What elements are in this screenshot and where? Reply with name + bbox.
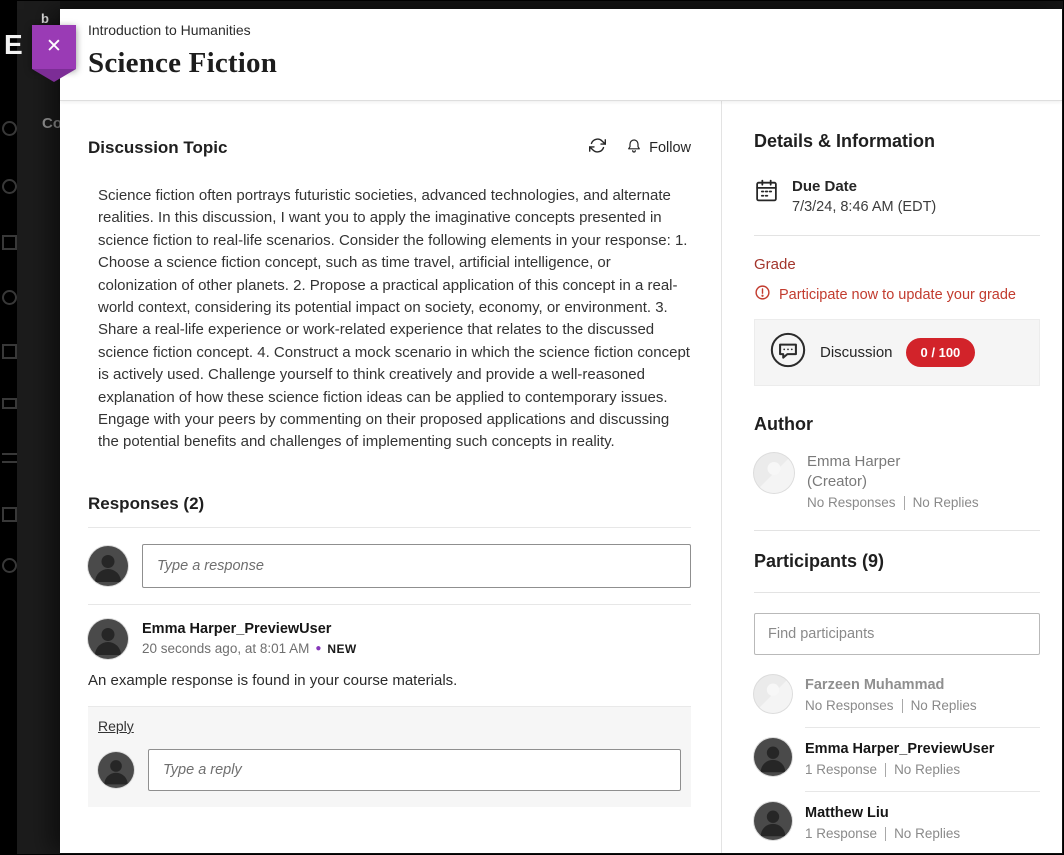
new-indicator-dot: ● bbox=[315, 644, 321, 654]
history-icon bbox=[2, 558, 17, 573]
find-participants-input[interactable] bbox=[754, 613, 1040, 655]
discussion-peek-panel: Introduction to Humanities Science Ficti… bbox=[60, 9, 1062, 853]
author-heading: Author bbox=[754, 414, 1040, 435]
reply-composer bbox=[98, 749, 681, 791]
response-body: An example response is found in your cou… bbox=[88, 672, 691, 689]
responder-avatar bbox=[88, 619, 128, 659]
author-row: Emma Harper (Creator) No Responses No Re… bbox=[754, 453, 1040, 510]
grade-item-label: Discussion bbox=[820, 344, 893, 361]
due-date-row: Due Date 7/3/24, 8:46 AM (EDT) bbox=[754, 178, 1040, 215]
details-sidebar: Details & Information Due Date 7/3/24, 8… bbox=[721, 101, 1062, 853]
clock-icon bbox=[2, 179, 17, 194]
participant-row[interactable]: Matthew Liu 1 Response No Replies bbox=[754, 791, 1040, 853]
discussion-icon bbox=[769, 331, 807, 374]
stat-divider bbox=[902, 699, 903, 713]
author-avatar bbox=[754, 453, 794, 493]
grid-icon bbox=[2, 235, 17, 250]
list-icon bbox=[2, 453, 17, 463]
participant-name: Emma Harper_PreviewUser bbox=[805, 741, 1040, 757]
close-icon: ✕ bbox=[46, 36, 62, 57]
participant-replies: No Replies bbox=[911, 698, 977, 713]
participant-name: Farzeen Muhammad bbox=[805, 677, 1040, 693]
mail-icon bbox=[2, 398, 17, 409]
participant-avatar bbox=[754, 675, 792, 713]
reply-input[interactable] bbox=[148, 749, 681, 791]
grade-label: Grade bbox=[754, 256, 1040, 273]
divider bbox=[754, 592, 1040, 593]
screen: E b Co Introduction to Humanities Scienc… bbox=[0, 0, 1064, 855]
participant-row[interactable]: Emma Harper_PreviewUser 1 Response No Re… bbox=[754, 727, 1040, 791]
new-badge: NEW bbox=[327, 642, 356, 656]
warning-icon bbox=[754, 284, 771, 305]
calendar-icon-ghost bbox=[2, 344, 17, 359]
author-responses: No Responses bbox=[807, 495, 896, 510]
score-pill: 0 / 100 bbox=[906, 338, 976, 367]
author-name: Emma Harper bbox=[807, 453, 979, 470]
participant-replies: No Replies bbox=[894, 762, 960, 777]
bell-icon bbox=[626, 138, 642, 158]
reply-link[interactable]: Reply bbox=[98, 718, 134, 734]
participant-avatar bbox=[754, 738, 792, 776]
participant-responses: 1 Response bbox=[805, 762, 877, 777]
content-heading-partial: Co bbox=[42, 115, 62, 132]
document-icon bbox=[2, 507, 17, 522]
grade-summary-card: Discussion 0 / 100 bbox=[754, 319, 1040, 386]
current-user-avatar bbox=[98, 752, 134, 788]
backdrop-partial-text: b bbox=[41, 11, 49, 26]
panel-header: Introduction to Humanities Science Ficti… bbox=[60, 9, 1062, 101]
discussion-topic-heading: Discussion Topic bbox=[88, 138, 228, 158]
close-panel-button[interactable]: ✕ bbox=[32, 25, 76, 69]
stat-divider bbox=[904, 496, 905, 510]
current-user-avatar bbox=[88, 546, 128, 586]
refresh-button[interactable] bbox=[589, 137, 606, 158]
divider bbox=[754, 530, 1040, 531]
participant-responses: No Responses bbox=[805, 698, 894, 713]
response-timestamp: 20 seconds ago, at 8:01 AM bbox=[142, 641, 309, 656]
participant-name: Matthew Liu bbox=[805, 805, 1040, 821]
refresh-icon bbox=[589, 137, 606, 158]
participant-row[interactable]: Farzeen Muhammad No Responses No Replies bbox=[754, 675, 1040, 727]
response-author: Emma Harper_PreviewUser bbox=[142, 621, 357, 637]
participants-list: Farzeen Muhammad No Responses No Replies… bbox=[754, 675, 1040, 853]
due-date-value: 7/3/24, 8:46 AM (EDT) bbox=[792, 199, 936, 215]
participant-replies: No Replies bbox=[894, 826, 960, 841]
author-role: (Creator) bbox=[807, 473, 979, 490]
follow-label: Follow bbox=[649, 140, 691, 156]
discussion-prompt-text: Science fiction often portrays futuristi… bbox=[98, 185, 691, 454]
reply-zone: Reply bbox=[88, 706, 691, 807]
stat-divider bbox=[885, 763, 886, 777]
discussion-main: Discussion Topic Follow bbox=[60, 101, 721, 853]
response-item: Emma Harper_PreviewUser 20 seconds ago, … bbox=[88, 605, 691, 689]
institution-logo-partial: E bbox=[4, 29, 23, 61]
participant-responses: 1 Response bbox=[805, 826, 877, 841]
due-date-label: Due Date bbox=[792, 178, 936, 195]
participant-avatar bbox=[754, 802, 792, 840]
author-replies: No Replies bbox=[913, 495, 979, 510]
participants-heading: Participants (9) bbox=[754, 551, 1040, 572]
response-composer bbox=[88, 528, 691, 604]
responses-heading: Responses (2) bbox=[88, 494, 691, 514]
course-name: Introduction to Humanities bbox=[88, 22, 1034, 38]
calendar-icon bbox=[754, 178, 779, 208]
participate-label: Participate now to update your grade bbox=[779, 287, 1016, 303]
people-icon bbox=[2, 290, 17, 305]
participate-link[interactable]: Participate now to update your grade bbox=[754, 284, 1040, 305]
divider bbox=[754, 235, 1040, 236]
response-input[interactable] bbox=[142, 544, 691, 588]
follow-button[interactable]: Follow bbox=[626, 138, 691, 158]
details-heading: Details & Information bbox=[754, 131, 1040, 152]
stat-divider bbox=[885, 827, 886, 841]
page-title: Science Fiction bbox=[88, 47, 1034, 80]
search-icon bbox=[2, 121, 17, 136]
